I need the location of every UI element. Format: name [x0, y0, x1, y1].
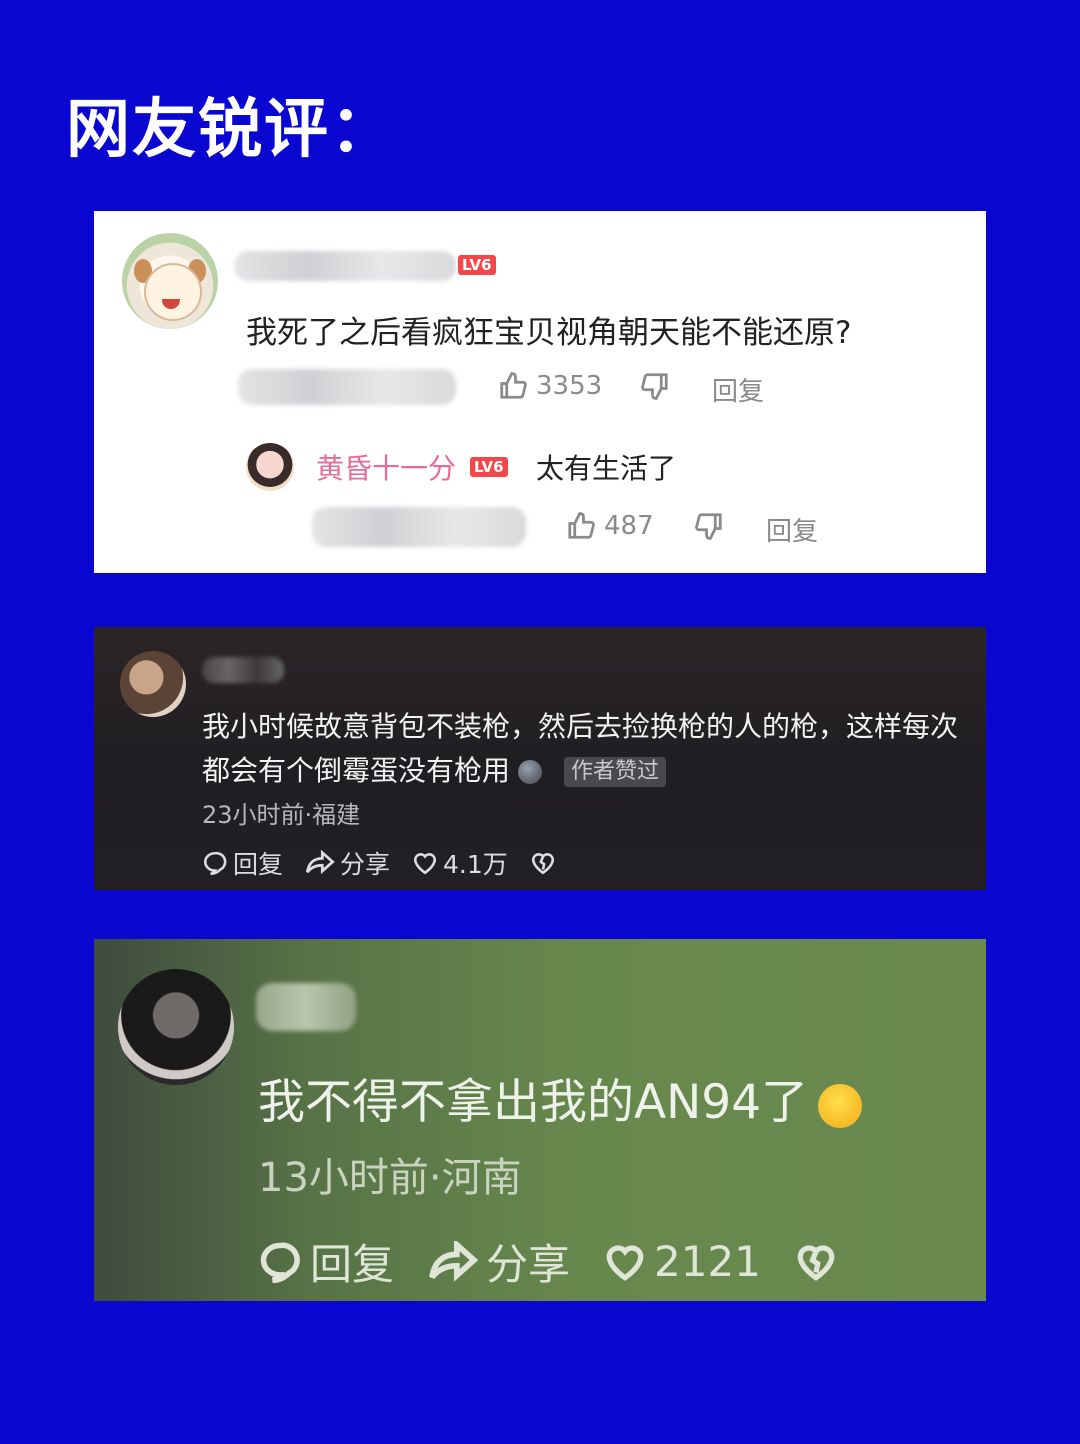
share-label: 分享: [486, 1240, 571, 1289]
comment-card-2: 我小时候故意背包不装枪，然后去捡换枪的人的枪，这样每次都会有个倒霉蛋没有枪用 作者…: [94, 627, 986, 890]
page-title: 网友锐评：: [66, 93, 396, 167]
author-liked-tag: 作者赞过: [564, 757, 667, 787]
broken-heart-icon: [797, 1244, 835, 1281]
share-arrow-icon: [305, 850, 335, 875]
like-count: 2121: [654, 1237, 761, 1286]
comment-bubble-icon: [203, 851, 227, 876]
comment-text-block: 我小时候故意背包不装枪，然后去捡换枪的人的枪，这样每次都会有个倒霉蛋没有枪用 作者…: [202, 705, 978, 793]
comment-card-3: 我不得不拿出我的AN94了 13小时前·河南 回复 分享 2121: [94, 939, 986, 1301]
like-button[interactable]: 3353: [498, 371, 602, 401]
comment-bubble-icon: [260, 1242, 300, 1283]
reply-reply-button[interactable]: 回复: [766, 511, 818, 548]
blurred-username: [202, 657, 284, 683]
reply-text: 太有生活了: [536, 452, 677, 485]
dislike-button[interactable]: [530, 850, 556, 876]
avatar[interactable]: [120, 651, 186, 717]
comment-text-block: 我不得不拿出我的AN94了: [258, 1063, 863, 1132]
blurred-username: [234, 251, 456, 281]
dislike-button[interactable]: [795, 1241, 837, 1283]
heart-icon: [606, 1244, 644, 1281]
emoji-icon: [518, 760, 543, 784]
share-arrow-icon: [429, 1240, 479, 1282]
avatar[interactable]: [118, 969, 234, 1085]
broken-heart-icon: [531, 853, 554, 875]
reply-like-count: 487: [604, 511, 654, 541]
reply-button[interactable]: 回复: [202, 845, 283, 881]
time-location: 23小时前·福建: [202, 801, 361, 829]
thumbs-up-icon: [568, 512, 595, 539]
reply-label: 回复: [766, 517, 819, 547]
reply-label: 回复: [310, 1240, 395, 1289]
heart-icon: [413, 853, 437, 875]
like-button[interactable]: 2121: [604, 1237, 761, 1286]
thumbs-up-icon: [500, 372, 527, 399]
thumbs-down-icon: [695, 513, 722, 540]
like-button[interactable]: 4.1万: [412, 845, 508, 881]
reply-button[interactable]: 回复: [258, 1231, 394, 1292]
comment-card-1: LV6 我死了之后看疯狂宝贝视角朝天能不能还原? 3353 回复 黄昏十一分 L…: [94, 211, 986, 573]
reply-button[interactable]: 回复: [712, 371, 764, 408]
avatar[interactable]: [122, 233, 218, 329]
comment-text: 我不得不拿出我的AN94了: [258, 1075, 809, 1130]
time-location: 13小时前·河南: [258, 1155, 522, 1201]
like-count: 4.1万: [443, 850, 508, 879]
share-label: 分享: [340, 850, 391, 879]
thumbs-down-icon: [641, 373, 668, 400]
reply-username[interactable]: 黄昏十一分: [316, 447, 456, 487]
share-button[interactable]: 分享: [305, 845, 390, 881]
reply-dislike-button[interactable]: [694, 511, 724, 541]
dislike-button[interactable]: [640, 371, 670, 401]
blurred-meta: [238, 369, 456, 405]
action-bar: 回复 分享 4.1万: [202, 845, 556, 881]
action-bar: 回复 分享 2121: [258, 1231, 837, 1292]
comment-text: 我死了之后看疯狂宝贝视角朝天能不能还原?: [246, 315, 852, 351]
reply-label: 回复: [233, 850, 284, 879]
like-count: 3353: [536, 371, 603, 401]
reply-like-button[interactable]: 487: [566, 511, 654, 541]
share-button[interactable]: 分享: [428, 1231, 570, 1292]
laughing-crying-emoji-icon: [818, 1083, 863, 1128]
reply-avatar[interactable]: [246, 443, 294, 491]
reply-level-badge: LV6: [470, 457, 508, 477]
reply-label: 回复: [712, 377, 765, 407]
blurred-reply-meta: [312, 507, 526, 547]
blurred-username: [256, 983, 356, 1031]
level-badge: LV6: [458, 255, 496, 275]
